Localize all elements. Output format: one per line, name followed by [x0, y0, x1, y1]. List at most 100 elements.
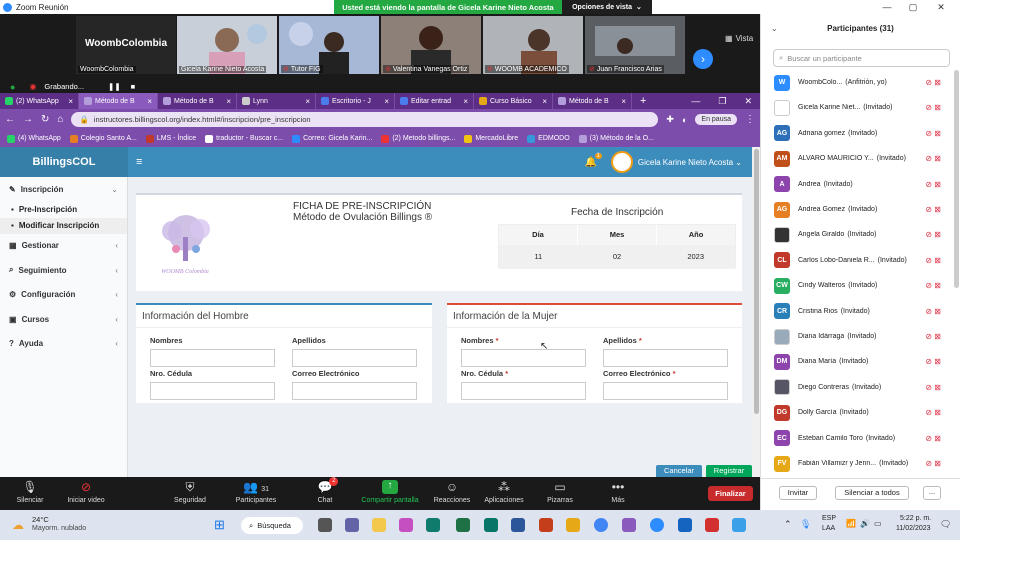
participant-row[interactable]: W WoombColo... (Anfitrión, yo) ⊘ ⊠ — [761, 70, 951, 95]
reactions-button[interactable]: ☺ Reacciones — [422, 480, 482, 504]
video-tile[interactable]: ⊘ Tutor FIG — [279, 16, 379, 74]
app-icon[interactable] — [678, 518, 692, 532]
back-icon[interactable]: ← — [5, 114, 15, 125]
pause-icon[interactable]: ❚❚ — [108, 82, 121, 91]
chrome-icon[interactable] — [594, 518, 608, 532]
battery-icon[interactable]: ▭ — [874, 519, 882, 528]
publisher-icon[interactable] — [484, 518, 498, 532]
browser-tab[interactable]: Escritorio - J × — [316, 93, 395, 109]
folder-icon[interactable] — [566, 518, 580, 532]
volume-icon[interactable]: 🔊 — [860, 519, 870, 528]
hombre-nombres-input[interactable] — [150, 349, 275, 367]
zoom-icon[interactable] — [650, 518, 664, 532]
user-menu[interactable]: Gicela Karine Nieto Acosta ⌄ — [638, 158, 742, 167]
whiteboards-button[interactable]: ▭ Pizarras — [530, 480, 590, 504]
bookmark[interactable]: (2) Metodo billings... — [381, 134, 455, 143]
participant-row[interactable]: DG Dolly García (Invitado) ⊘ ⊠ — [761, 400, 951, 425]
participant-row[interactable]: A Andrea (Invitado) ⊘ ⊠ — [761, 172, 951, 197]
bookmark[interactable]: LMS - Índice — [145, 134, 196, 143]
file-explorer-icon[interactable] — [372, 518, 386, 532]
browser-tab[interactable]: Lynn × — [237, 93, 316, 109]
word-icon[interactable] — [511, 518, 525, 532]
sidebar-item-pre-inscripcion[interactable]: ▪ Pre-Inscripción — [0, 202, 127, 218]
participant-row[interactable]: Gicela Karine Niet... (Invitado) ⊘ ⊠ — [761, 95, 951, 120]
reload-icon[interactable]: ↻ — [41, 114, 49, 125]
sidebar-item-cursos[interactable]: ▣ Cursos ‹ — [0, 307, 127, 332]
browser-tab[interactable]: Editar entrad × — [395, 93, 474, 109]
maximize-icon[interactable]: ▢ — [902, 0, 924, 14]
browser-tab[interactable]: Curso Básico × — [474, 93, 553, 109]
taskbar-search[interactable]: ⌕ Búsqueda — [241, 517, 303, 534]
start-video-button[interactable]: ⊘ Iniciar video — [56, 480, 116, 504]
apps-button[interactable]: ⁂ Aplicaciones — [474, 480, 534, 504]
clock-time[interactable]: 5:22 p. m. — [900, 515, 931, 522]
video-tile[interactable]: Gicela Karine Nieto Acosta — [177, 16, 277, 74]
minimize-icon[interactable]: — — [876, 0, 898, 14]
mic-icon[interactable]: 🎙 — [800, 519, 811, 530]
cancel-button[interactable]: Cancelar — [656, 465, 702, 477]
participant-row[interactable]: FV Fabián Villamizr y Jenn... (Invitado) ⊘ … — [761, 451, 951, 476]
bookmark[interactable]: Correo: Gicela Karin... — [292, 134, 372, 143]
invite-button[interactable]: Invitar — [779, 486, 817, 500]
participant-row[interactable]: CR Cristina Rios (Invitado) ⊘ ⊠ — [761, 299, 951, 324]
security-button[interactable]: ⛨ Seguridad — [160, 480, 220, 504]
browser-tab[interactable]: Método de B × — [79, 93, 158, 109]
video-tile[interactable]: ⊘ Valentina Vanegas Ortiz — [381, 16, 481, 74]
excel-icon[interactable] — [456, 518, 470, 532]
sidebar-item-configuracion[interactable]: ⚙ Configuración ‹ — [0, 283, 127, 308]
browser-tab[interactable]: (2) WhatsApp × — [0, 93, 79, 109]
mujer-cedula-input[interactable] — [461, 382, 586, 400]
minimize-icon[interactable]: — — [691, 96, 700, 107]
stop-icon[interactable]: ■ — [131, 82, 136, 91]
restore-icon[interactable]: ❐ — [718, 96, 726, 107]
participant-row[interactable]: EC Esteban Camilo Toro (Invitado) ⊘ ⊠ — [761, 426, 951, 451]
participant-row[interactable]: DM Diana María (Invitado) ⊘ ⊠ — [761, 349, 951, 374]
participants-button[interactable]: 👥 31 Participantes — [226, 480, 286, 504]
bookmark[interactable]: EDMODO — [527, 134, 570, 143]
wifi-icon[interactable]: 📶 — [846, 519, 856, 528]
bell-icon[interactable]: 🔔 1 — [584, 152, 602, 168]
task-view-icon[interactable] — [318, 518, 332, 532]
url-bar[interactable]: 🔒 instructores.billingscol.org/index.html… — [71, 112, 659, 127]
extensions-icon[interactable]: ✚ — [666, 114, 674, 125]
mujer-nombres-input[interactable] — [461, 349, 586, 367]
bookmark[interactable]: traductor - Buscar c... — [205, 134, 283, 143]
sidebar-item-seguimiento[interactable]: ⌕ Seguimiento ‹ — [0, 258, 127, 283]
bookmark[interactable]: MercadoLibre — [464, 134, 518, 143]
chat-button[interactable]: 💬 2 Chat — [295, 477, 355, 504]
hombre-apellidos-input[interactable] — [292, 349, 417, 367]
video-tile[interactable]: ⊘ Juan Francisco Arias — [585, 16, 685, 74]
participant-row[interactable]: CL Carlos Lobo-Daniela R... (Invitado) ⊘ ⊠ — [761, 248, 951, 273]
clock-date[interactable]: 11/02/2023 — [896, 525, 931, 532]
hombre-correo-input[interactable] — [292, 382, 417, 400]
participant-row[interactable]: AM ALVARO MAURICIO Y... (Invitado) ⊘ ⊠ — [761, 146, 951, 171]
notification-icon[interactable]: 🗨 — [940, 519, 951, 530]
page-scrollbar[interactable] — [752, 147, 760, 477]
chevron-up-icon[interactable]: ⌃ — [784, 519, 792, 530]
mujer-apellidos-input[interactable] — [603, 349, 728, 367]
brand-logo[interactable]: BillingsCOL — [0, 147, 128, 177]
language-indicator[interactable]: ESP — [822, 515, 836, 522]
sidebar-item-inscripcion[interactable]: ✎ Inscripción ⌄ — [0, 177, 127, 202]
end-meeting-button[interactable]: Finalizar — [708, 486, 753, 501]
next-page-button[interactable]: › — [693, 49, 713, 69]
app-icon[interactable] — [732, 518, 746, 532]
bookmark[interactable]: (3) Método de la O... — [578, 134, 654, 143]
participant-row[interactable]: Diego Contreras (Invitado) ⊘ ⊠ — [761, 375, 951, 400]
sync-paused-button[interactable]: En pausa — [695, 114, 737, 125]
hombre-cedula-input[interactable] — [150, 382, 275, 400]
more-button[interactable]: ••• Más — [588, 480, 648, 504]
video-tile[interactable]: ⊘ WOOMB ACADEMICO — [483, 16, 583, 74]
instagram-icon[interactable] — [399, 518, 413, 532]
participant-row[interactable]: AG Andrea Gomez (Invitado) ⊘ ⊠ — [761, 197, 951, 222]
browser-tab[interactable]: Método de B × — [158, 93, 237, 109]
sidebar-item-ayuda[interactable]: ? Ayuda ‹ — [0, 332, 127, 357]
home-icon[interactable]: ⌂ — [57, 114, 63, 125]
close-icon[interactable]: ✕ — [744, 96, 752, 107]
edge-icon[interactable] — [426, 518, 440, 532]
participant-scrollbar[interactable] — [954, 70, 959, 288]
browser-tab[interactable]: Método de B × — [553, 93, 632, 109]
mujer-correo-input[interactable] — [603, 382, 728, 400]
menu-icon[interactable]: ⋮ — [745, 114, 755, 125]
keyboard-layout[interactable]: LAA — [822, 525, 835, 532]
